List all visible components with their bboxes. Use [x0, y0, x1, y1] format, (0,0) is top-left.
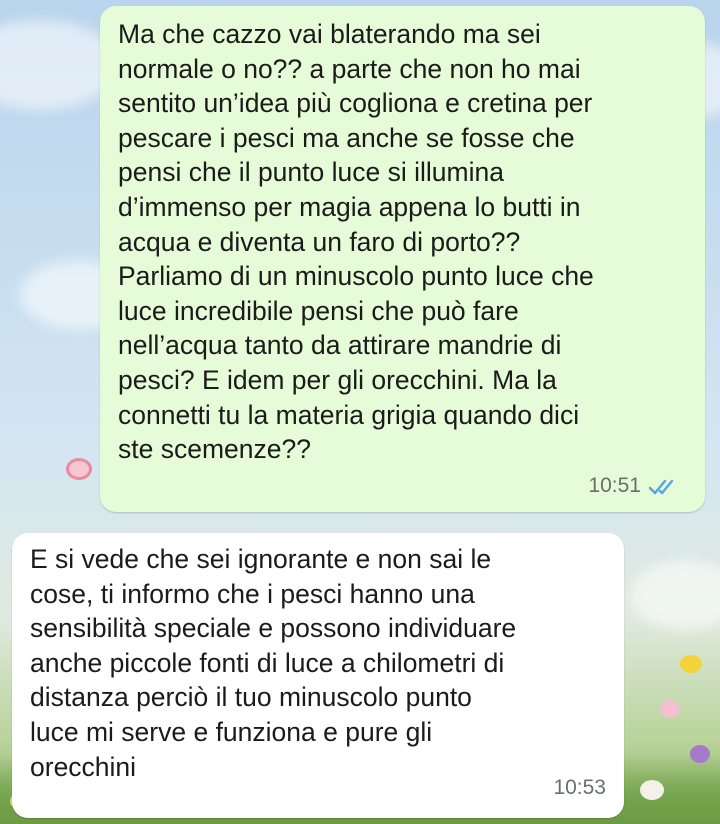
message-meta: 10:53: [553, 771, 606, 806]
message-text: Ma che cazzo vai blaterando ma sei norma…: [118, 19, 594, 465]
wallpaper-flower: [690, 745, 710, 763]
wallpaper-flower: [680, 655, 702, 673]
wallpaper-flower: [66, 458, 92, 480]
message-time: 10:51: [588, 474, 641, 498]
message-time: 10:53: [553, 776, 606, 800]
message-text: E si vede che sei ignorante e non sai le…: [30, 544, 517, 782]
double-check-read-icon: [649, 479, 674, 494]
wallpaper-cloud: [630, 560, 720, 630]
message-meta: 10:51: [588, 469, 679, 504]
wallpaper-flower: [660, 700, 680, 718]
incoming-message[interactable]: E si vede che sei ignorante e non sai le…: [12, 533, 624, 818]
wallpaper-flower: [640, 780, 664, 800]
outgoing-message[interactable]: Ma che cazzo vai blaterando ma sei norma…: [100, 6, 705, 512]
